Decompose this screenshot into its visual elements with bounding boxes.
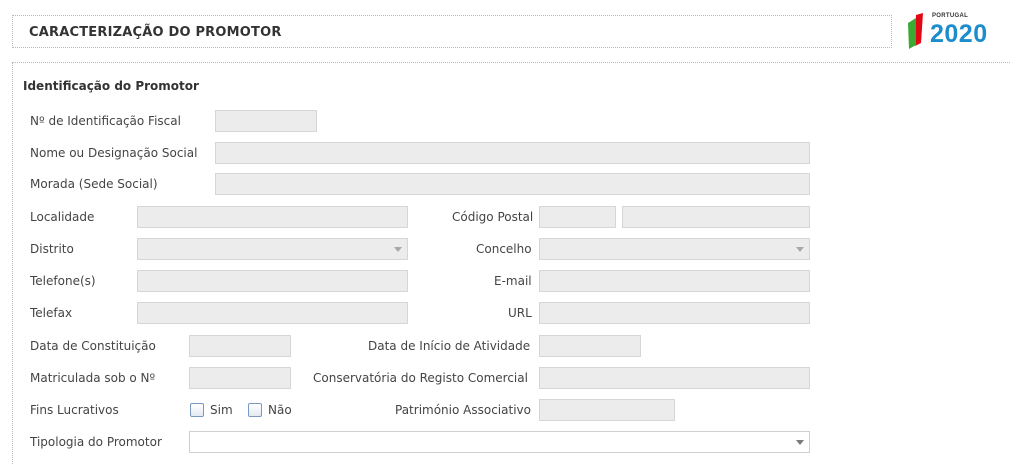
email-label: E-mail: [494, 274, 532, 288]
chevron-down-icon[interactable]: [389, 239, 407, 259]
patrimonio-input[interactable]: [539, 399, 675, 421]
morada-label: Morada (Sede Social): [30, 177, 158, 191]
data-inicio-label: Data de Início de Atividade: [368, 339, 531, 353]
morada-input[interactable]: [215, 173, 810, 195]
codigo-postal-input[interactable]: [539, 206, 616, 228]
data-inicio-input[interactable]: [539, 335, 641, 357]
patrimonio-label: Património Associativo: [395, 403, 531, 417]
nif-input[interactable]: [215, 110, 317, 132]
chevron-down-icon[interactable]: [791, 432, 809, 452]
logo-country-label: PORTUGAL: [932, 13, 969, 19]
portugal-flag-icon: [908, 13, 923, 49]
conservatoria-label: Conservatória do Registo Comercial: [313, 371, 528, 385]
distrito-select[interactable]: [137, 238, 408, 260]
portugal-2020-logo: PORTUGAL 2020: [906, 11, 1010, 51]
codigo-postal-label: Código Postal: [452, 210, 534, 224]
telefax-label: Telefax: [30, 306, 73, 320]
data-constituicao-label: Data de Constituição: [30, 339, 156, 353]
sim-checkbox[interactable]: [190, 403, 204, 417]
logo-year-label: 2020: [930, 20, 988, 48]
distrito-label: Distrito: [30, 242, 74, 256]
codigo-postal-ext-input[interactable]: [622, 206, 810, 228]
nome-label: Nome ou Designação Social: [30, 146, 198, 160]
fins-lucrativos-label: Fins Lucrativos: [30, 403, 119, 417]
url-input[interactable]: [539, 302, 810, 324]
section-title: Identificação do Promotor: [23, 79, 199, 93]
localidade-label: Localidade: [30, 210, 95, 224]
telefone-label: Telefone(s): [30, 274, 96, 288]
section-header: CARACTERIZAÇÃO DO PROMOTOR: [12, 15, 892, 48]
tipologia-label: Tipologia do Promotor: [30, 435, 162, 449]
page-title: CARACTERIZAÇÃO DO PROMOTOR: [29, 25, 282, 40]
concelho-select[interactable]: [539, 238, 810, 260]
matricula-input[interactable]: [189, 367, 291, 389]
conservatoria-input[interactable]: [539, 367, 810, 389]
email-input[interactable]: [539, 270, 810, 292]
data-constituicao-input[interactable]: [189, 335, 291, 357]
url-label: URL: [508, 306, 532, 320]
telefone-input[interactable]: [137, 270, 408, 292]
nif-label: Nº de Identificação Fiscal: [30, 114, 181, 128]
matricula-label: Matriculada sob o Nº: [30, 371, 156, 385]
tipologia-select[interactable]: [189, 431, 810, 453]
nao-checkbox[interactable]: [248, 403, 262, 417]
nao-label: Não: [268, 403, 292, 417]
chevron-down-icon[interactable]: [791, 239, 809, 259]
nome-input[interactable]: [215, 142, 810, 164]
telefax-input[interactable]: [137, 302, 408, 324]
localidade-input[interactable]: [137, 206, 408, 228]
concelho-label: Concelho: [476, 242, 532, 256]
sim-label: Sim: [210, 403, 233, 417]
